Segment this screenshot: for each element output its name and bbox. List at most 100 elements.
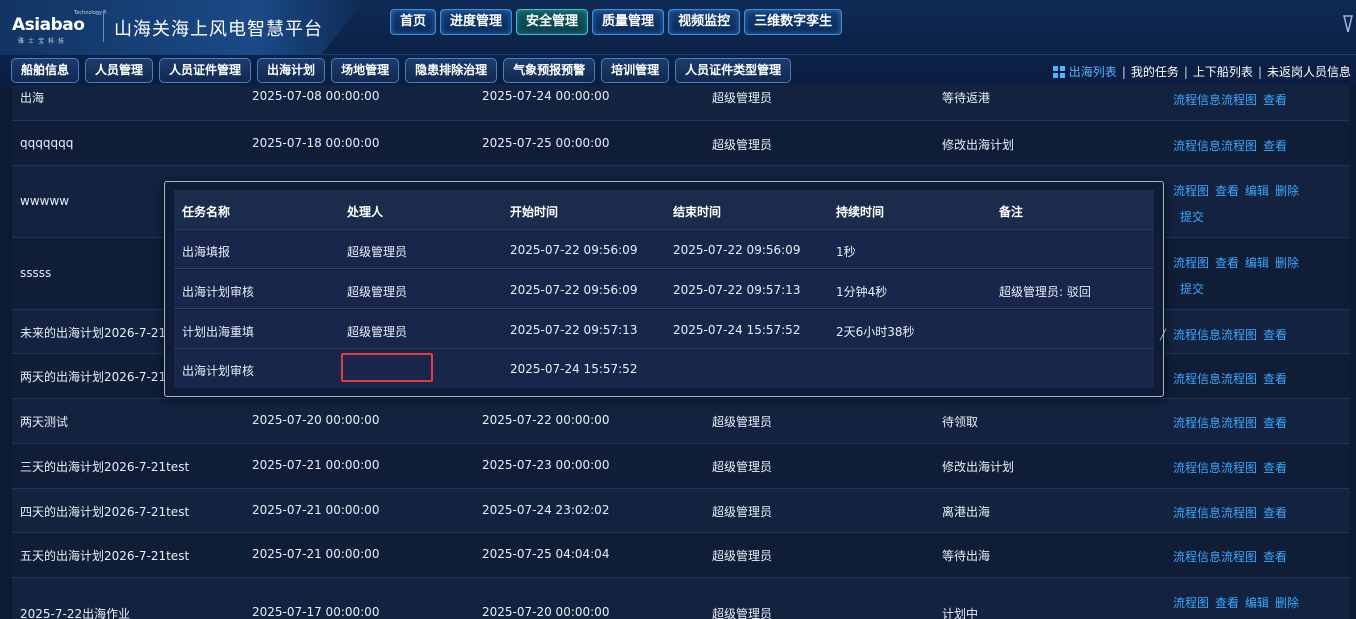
nav-progress[interactable]: 进度管理 [440,9,513,35]
table-row: 五天的出海计划2026-7-21test 2025-07-21 00:00:00… [12,533,1350,578]
nav-digital-twin[interactable]: 三维数字孪生 [744,9,843,35]
action-flowchart[interactable]: 流程图 [1221,372,1257,386]
subnav-site[interactable]: 场地管理 [331,58,400,83]
action-flowchart[interactable]: 流程图 [1221,461,1257,475]
table-row: 两天测试 2025-07-20 00:00:00 2025-07-22 00:0… [12,399,1350,444]
main-nav: 首页 进度管理 安全管理 质量管理 视频监控 三维数字孪生 [390,9,843,35]
cell-end: 2025-07-24 00:00:00 [482,89,610,103]
cell-end: 2025-07-20 00:00:00 [482,605,610,619]
action-view[interactable]: 查看 [1215,596,1239,610]
popup-row: 出海计划审核 超级管理员 2025-07-22 09:56:09 2025-07… [174,270,1154,309]
action-process-info[interactable]: 流程信息 [1173,328,1221,342]
cell-name: 两天测试 [20,415,69,429]
action-submit[interactable]: 提交 [1180,210,1204,224]
nav-video[interactable]: 视频监控 [668,9,741,35]
task-start: 2025-07-22 09:57:13 [510,323,638,337]
cell-status: 修改出海计划 [942,138,1015,152]
subnav-training[interactable]: 培训管理 [601,58,670,83]
action-flowchart[interactable]: 流程图 [1173,184,1209,198]
cell-end: 2025-07-24 23:02:02 [482,503,610,517]
subnav-sea-plan[interactable]: 出海计划 [257,58,326,83]
action-flowchart[interactable]: 流程图 [1221,328,1257,342]
link-boarding-list[interactable]: 上下船列表 [1188,63,1258,80]
action-process-info[interactable]: 流程信息 [1173,93,1221,107]
logo-divider [103,12,104,42]
link-sea-list[interactable]: 出海列表 [1069,63,1122,80]
task-handler: 超级管理员 [347,245,408,259]
table-row: 出海 2025-07-08 00:00:00 2025-07-24 00:00:… [12,85,1350,121]
action-process-info[interactable]: 流程信息 [1173,416,1221,430]
cell-name: qqqqqqq [20,136,74,150]
action-view[interactable]: 查看 [1263,416,1287,430]
link-not-returned[interactable]: 未返岗人员信息 [1262,63,1356,80]
cell-name: 三天的出海计划2026-7-21test [20,460,190,474]
action-view[interactable]: 查看 [1215,184,1239,198]
action-view[interactable]: 查看 [1263,328,1287,342]
action-process-info[interactable]: 流程信息 [1173,139,1221,153]
cell-name: 五天的出海计划2026-7-21test [20,549,190,563]
row-actions: 流程信息流程图 查看 [1173,137,1293,154]
action-flowchart[interactable]: 流程图 [1221,550,1257,564]
col-duration: 持续时间 [836,205,885,219]
table-row: 四天的出海计划2026-7-21test 2025-07-21 00:00:00… [12,489,1350,533]
action-flowchart[interactable]: 流程图 [1221,416,1257,430]
logo-wordmark: Asiabao [12,15,85,35]
cell-status: 等待出海 [942,549,991,563]
subnav-certificates[interactable]: 人员证件管理 [159,58,252,83]
subnav-hazard[interactable]: 隐患排除治理 [405,58,498,83]
col-end-time: 结束时间 [673,205,722,219]
cell-user: 超级管理员 [712,460,773,474]
action-view[interactable]: 查看 [1263,550,1287,564]
task-name: 计划出海重填 [182,325,255,339]
action-edit[interactable]: 编辑 [1245,596,1269,610]
action-submit[interactable]: 提交 [1180,282,1204,296]
app-title: 山海关海上风电智慧平台 [114,19,323,40]
cell-status: 离港出海 [942,505,991,519]
action-flowchart[interactable]: 流程图 [1173,256,1209,270]
subnav-personnel[interactable]: 人员管理 [85,58,154,83]
cell-start: 2025-07-21 00:00:00 [252,547,380,561]
subnav-cert-types[interactable]: 人员证件类型管理 [675,58,792,83]
cell-start: 2025-07-18 00:00:00 [252,136,380,150]
action-delete[interactable]: 删除 [1275,596,1299,610]
row-actions: 流程信息流程图 查看 [1173,414,1293,431]
nav-home[interactable]: 首页 [390,9,437,35]
action-edit[interactable]: 编辑 [1245,256,1269,270]
action-process-info[interactable]: 流程信息 [1173,372,1221,386]
action-view[interactable]: 查看 [1263,506,1287,520]
cell-name: 未来的出海计划2026-7-21te [20,326,179,340]
action-flowchart[interactable]: 流程图 [1221,506,1257,520]
cell-user: 超级管理员 [712,549,773,563]
task-handler: 超级管理员 [347,285,408,299]
row-actions: 流程信息流程图 查看 [1173,504,1293,521]
subnav-vessel-info[interactable]: 船舶信息 [11,58,80,83]
action-delete[interactable]: 删除 [1275,184,1299,198]
popup-pointer-icon: ╱ [1160,330,1167,341]
action-process-info[interactable]: 流程信息 [1173,461,1221,475]
action-flowchart[interactable]: 流程图 [1221,93,1257,107]
action-view[interactable]: 查看 [1215,256,1239,270]
row-actions: 流程信息流程图 查看 [1173,91,1293,108]
nav-quality[interactable]: 质量管理 [592,9,665,35]
cell-end: 2025-07-22 00:00:00 [482,413,610,427]
action-view[interactable]: 查看 [1263,372,1287,386]
action-delete[interactable]: 删除 [1275,256,1299,270]
cell-start: 2025-07-20 00:00:00 [252,413,380,427]
user-menu-icon[interactable] [1338,12,1356,36]
subnav-weather[interactable]: 气象预报预警 [503,58,596,83]
action-view[interactable]: 查看 [1263,93,1287,107]
action-process-info[interactable]: 流程信息 [1173,550,1221,564]
action-view[interactable]: 查看 [1263,139,1287,153]
cell-end: 2025-07-25 04:04:04 [482,547,610,561]
row-actions-secondary: 提交 [1180,208,1210,225]
action-view[interactable]: 查看 [1263,461,1287,475]
action-flowchart[interactable]: 流程图 [1221,139,1257,153]
sub-nav: 船舶信息 人员管理 人员证件管理 出海计划 场地管理 隐患排除治理 气象预报预警… [11,58,792,83]
action-flowchart[interactable]: 流程图 [1173,596,1209,610]
link-my-tasks[interactable]: 我的任务 [1126,63,1184,80]
action-process-info[interactable]: 流程信息 [1173,506,1221,520]
action-edit[interactable]: 编辑 [1245,184,1269,198]
cell-name: 2025-7-22出海作业 [20,607,131,619]
cell-status: 修改出海计划 [942,460,1015,474]
nav-safety[interactable]: 安全管理 [516,9,589,35]
